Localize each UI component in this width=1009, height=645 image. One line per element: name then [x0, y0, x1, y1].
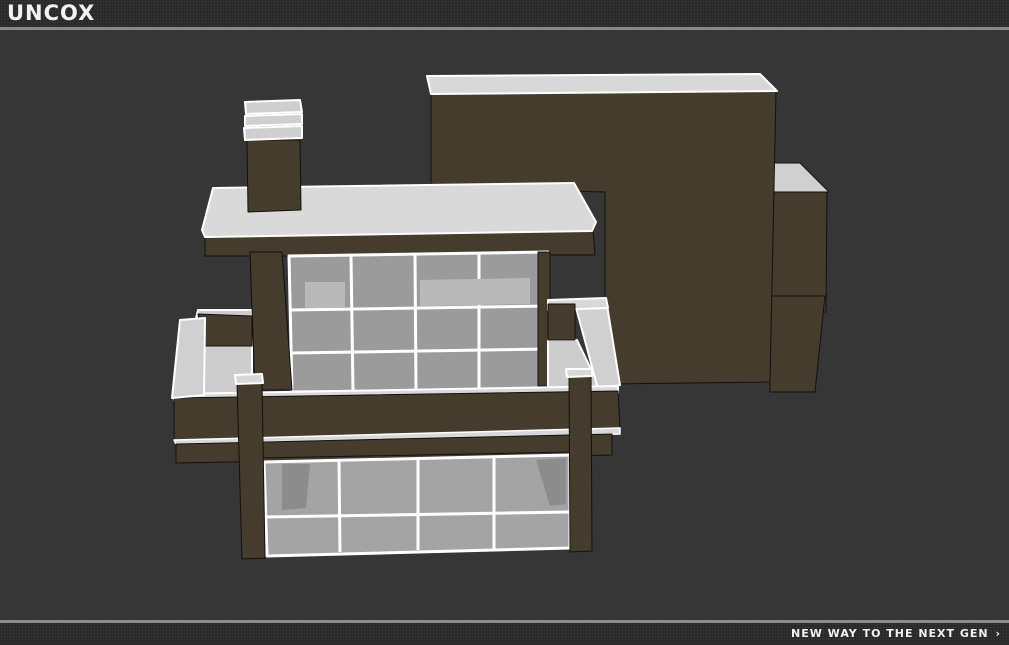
- front-left-pillar-cap: [234, 373, 264, 385]
- upper-window-reflection: [305, 282, 345, 308]
- header-bar: UNCOX: [0, 0, 1009, 30]
- next-gen-link-label: NEW WAY TO THE NEXT GEN: [791, 627, 989, 640]
- front-right-pillar-cap: [565, 368, 593, 378]
- tall-block-roof: [426, 73, 778, 95]
- logo: UNCOX: [7, 1, 96, 25]
- house-model: [171, 73, 830, 560]
- left-balcony-wall: [197, 313, 253, 347]
- front-left-pillar: [236, 381, 266, 560]
- footer-bar: NEW WAY TO THE NEXT GEN ›: [0, 620, 1009, 645]
- garage-reflection: [282, 464, 310, 510]
- upper-window-reflection-2: [420, 278, 530, 306]
- 3d-viewport[interactable]: [0, 30, 1009, 620]
- chimney-body: [246, 139, 302, 213]
- upper-left-pillar: [249, 251, 293, 391]
- front-right-pillar: [568, 374, 593, 553]
- left-balcony-rail: [171, 317, 206, 399]
- side-block-roof: [769, 162, 830, 193]
- side-block-wall: [769, 191, 828, 313]
- app-window: UNCOX NEW WAY TO THE NEXT GEN ›: [0, 0, 1009, 645]
- right-balcony-side: [547, 303, 576, 341]
- next-gen-link[interactable]: NEW WAY TO THE NEXT GEN ›: [791, 626, 1001, 642]
- upper-window-frame: [287, 250, 550, 394]
- lower-right-wall: [769, 295, 826, 393]
- chimney-cap: [243, 99, 303, 141]
- chevron-right-icon: ›: [995, 627, 1001, 640]
